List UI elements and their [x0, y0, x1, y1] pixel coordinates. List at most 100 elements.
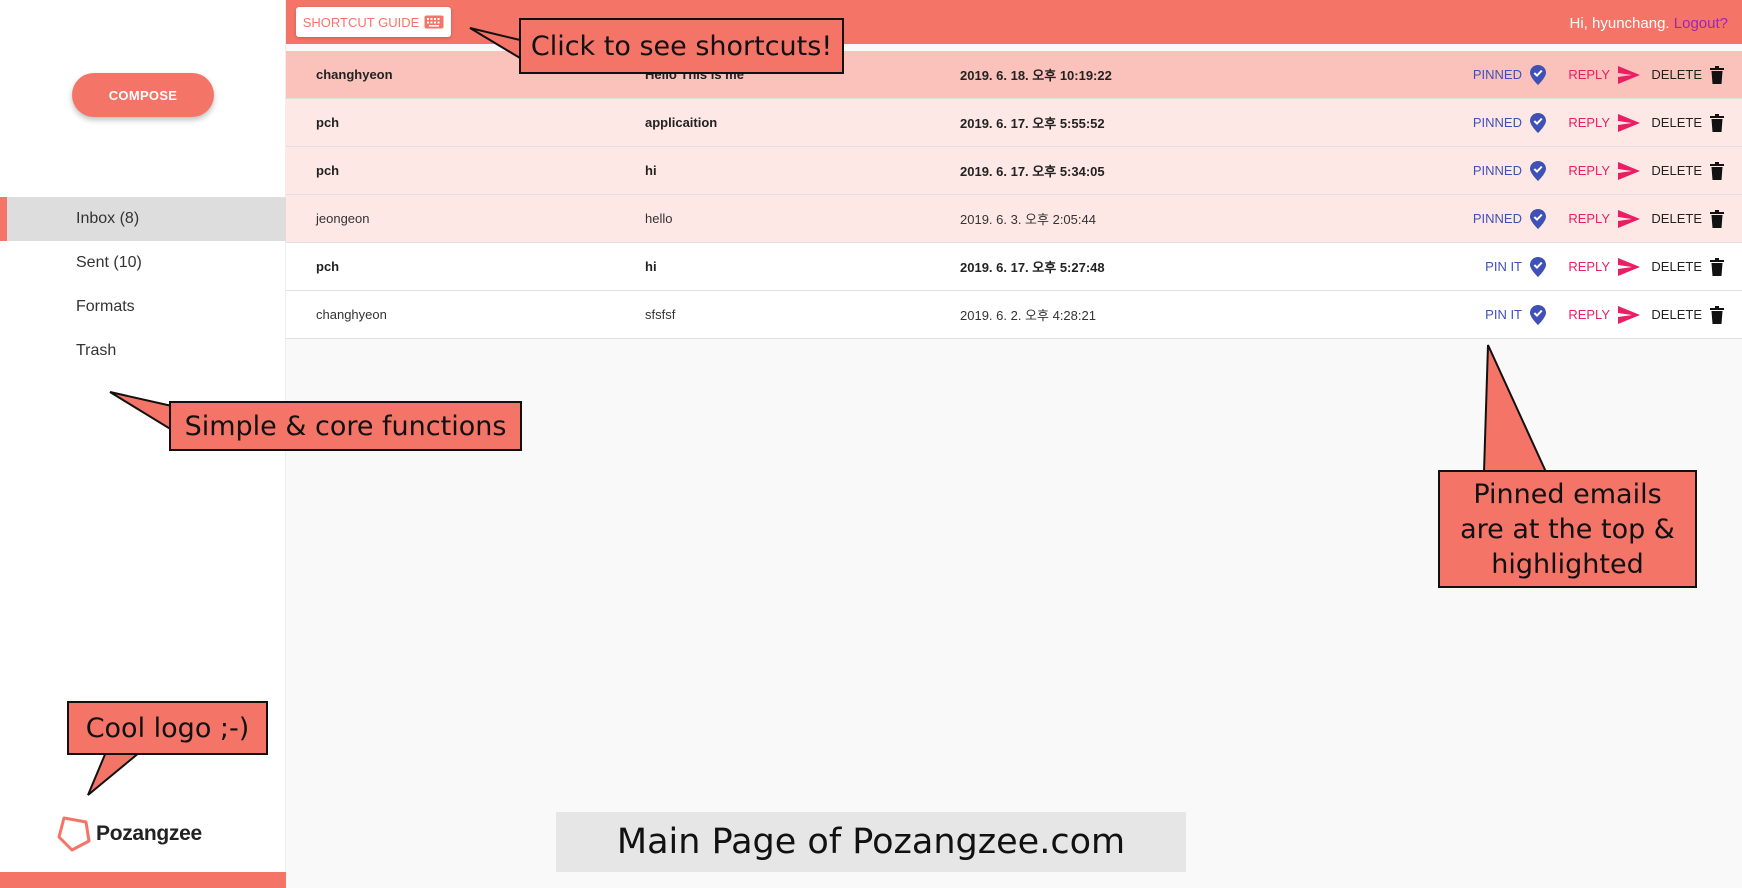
reply-label: REPLY	[1568, 259, 1610, 274]
shortcut-guide-label: SHORTCUT GUIDE	[302, 14, 420, 30]
send-icon	[1618, 113, 1640, 132]
pin-label: PIN IT	[1485, 259, 1522, 274]
delete-button[interactable]: DELETE	[1651, 243, 1724, 290]
email-date: 2019. 6. 3. 오후 2:05:44	[960, 212, 1096, 227]
email-date: 2019. 6. 17. 오후 5:55:52	[960, 116, 1105, 131]
logo-text: Pozangzee	[96, 822, 202, 845]
email-row[interactable]: pch hi 2019. 6. 17. 오후 5:27:48 PIN IT REPLY D…	[286, 243, 1742, 291]
pin-check-icon	[1530, 208, 1546, 229]
email-date: 2019. 6. 17. 오후 5:34:05	[960, 164, 1105, 179]
email-sender: changhyeon	[316, 307, 387, 322]
pin-button[interactable]: PINNED	[1473, 195, 1546, 242]
pin-check-icon	[1530, 64, 1546, 85]
logo-icon	[57, 816, 91, 852]
pin-label: PINNED	[1472, 115, 1522, 130]
callout-pinned-emails: Pinned emails are at the top & highlight…	[1438, 470, 1697, 588]
email-list: changhyeon Hello This is me 2019. 6. 18. 오…	[286, 51, 1742, 339]
send-icon	[1618, 65, 1640, 84]
send-icon	[1618, 209, 1640, 228]
send-icon	[1618, 305, 1640, 324]
reply-button[interactable]: REPLY	[1568, 51, 1640, 98]
callout-shortcuts: Click to see shortcuts!	[519, 18, 844, 74]
user-greeting: Hi, hyunchang. Logout?	[1570, 15, 1728, 32]
sidebar-item-formats[interactable]: Formats	[0, 285, 286, 329]
sidebar-item-label: Trash	[76, 342, 117, 359]
delete-label: DELETE	[1651, 211, 1702, 226]
trash-icon	[1710, 209, 1724, 228]
email-subject: hi	[645, 163, 657, 178]
delete-button[interactable]: DELETE	[1651, 99, 1724, 146]
reply-button[interactable]: REPLY	[1568, 243, 1640, 290]
delete-button[interactable]: DELETE	[1651, 291, 1724, 338]
email-sender: jeongeon	[316, 211, 370, 226]
delete-label: DELETE	[1651, 307, 1702, 322]
sidebar-item-label: Sent (10)	[76, 254, 142, 271]
compose-button[interactable]: COMPOSE	[72, 73, 214, 117]
sidebar-item-trash[interactable]: Trash	[0, 329, 286, 373]
pin-button[interactable]: PIN IT	[1485, 243, 1546, 290]
trash-icon	[1710, 113, 1724, 132]
delete-label: DELETE	[1651, 259, 1702, 274]
top-bar: SHORTCUT GUIDE Hi, hyunchang. Logout?	[286, 0, 1742, 44]
delete-label: DELETE	[1651, 115, 1702, 130]
reply-button[interactable]: REPLY	[1568, 291, 1640, 338]
email-row[interactable]: pch hi 2019. 6. 17. 오후 5:34:05 PINNED REPLY D…	[286, 147, 1742, 195]
trash-icon	[1710, 65, 1724, 84]
reply-button[interactable]: REPLY	[1568, 99, 1640, 146]
reply-label: REPLY	[1568, 67, 1610, 82]
logout-link[interactable]: Logout?	[1674, 15, 1728, 32]
email-row[interactable]: jeongeon hello 2019. 6. 3. 오후 2:05:44 PINNE…	[286, 195, 1742, 243]
sidebar-item-label: Inbox (8)	[76, 210, 140, 227]
pin-check-icon	[1530, 160, 1546, 181]
pin-check-icon	[1530, 304, 1546, 325]
reply-button[interactable]: REPLY	[1568, 195, 1640, 242]
email-row[interactable]: changhyeon Hello This is me 2019. 6. 18. 오…	[286, 51, 1742, 99]
pin-check-icon	[1530, 256, 1546, 277]
email-subject: applicaition	[645, 115, 718, 130]
reply-label: REPLY	[1568, 211, 1610, 226]
sidebar-bottom-bar	[0, 872, 286, 888]
pin-button[interactable]: PINNED	[1473, 51, 1546, 98]
callout-core-functions: Simple & core functions	[169, 401, 522, 451]
app-logo[interactable]: Pozangzee	[56, 815, 202, 853]
delete-label: DELETE	[1651, 67, 1702, 82]
pin-check-icon	[1530, 112, 1546, 133]
sidebar-item-sent[interactable]: Sent (10)	[0, 241, 286, 285]
reply-button[interactable]: REPLY	[1568, 147, 1640, 194]
trash-icon	[1710, 257, 1724, 276]
shortcut-guide-button[interactable]: SHORTCUT GUIDE	[296, 7, 451, 37]
delete-label: DELETE	[1651, 163, 1702, 178]
reply-label: REPLY	[1568, 115, 1610, 130]
email-date: 2019. 6. 2. 오후 4:28:21	[960, 308, 1096, 323]
trash-icon	[1710, 161, 1724, 180]
pin-button[interactable]: PINNED	[1473, 99, 1546, 146]
pin-label: PINNED	[1472, 163, 1522, 178]
callout-logo: Cool logo ;-)	[67, 701, 268, 755]
send-icon	[1618, 161, 1640, 180]
reply-label: REPLY	[1568, 307, 1610, 322]
email-subject: hello	[645, 211, 673, 226]
delete-button[interactable]: DELETE	[1651, 147, 1724, 194]
page-caption: Main Page of Pozangzee.com	[556, 812, 1186, 872]
send-icon	[1618, 257, 1640, 276]
greeting-text: Hi, hyunchang.	[1569, 15, 1670, 32]
pin-button[interactable]: PIN IT	[1485, 291, 1546, 338]
reply-label: REPLY	[1568, 163, 1610, 178]
email-row[interactable]: pch applicaition 2019. 6. 17. 오후 5:55:52 PI…	[286, 99, 1742, 147]
delete-button[interactable]: DELETE	[1651, 195, 1724, 242]
sidebar-item-inbox[interactable]: Inbox (8)	[0, 197, 286, 241]
email-subject: hi	[645, 259, 657, 274]
pin-label: PINNED	[1472, 211, 1522, 226]
delete-button[interactable]: DELETE	[1651, 51, 1724, 98]
pin-label: PIN IT	[1485, 307, 1522, 322]
keyboard-icon	[424, 15, 444, 29]
sidebar-item-label: Formats	[76, 298, 135, 315]
email-sender: pch	[316, 163, 340, 178]
email-row[interactable]: changhyeon sfsfsf 2019. 6. 2. 오후 4:28:21 PI…	[286, 291, 1742, 339]
pin-button[interactable]: PINNED	[1473, 147, 1546, 194]
email-sender: pch	[316, 115, 340, 130]
trash-icon	[1710, 305, 1724, 324]
email-date: 2019. 6. 18. 오후 10:19:22	[960, 68, 1112, 83]
pin-label: PINNED	[1472, 67, 1522, 82]
email-sender: changhyeon	[316, 67, 393, 82]
